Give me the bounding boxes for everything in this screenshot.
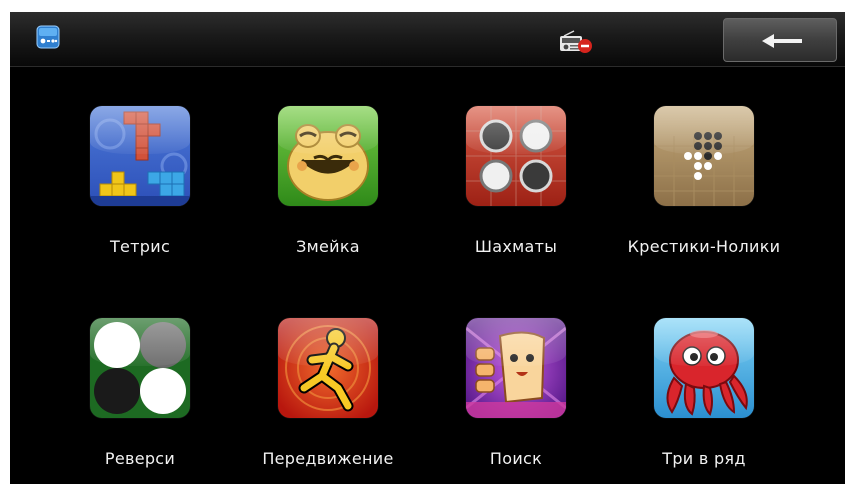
app-label: Реверси (104, 449, 176, 468)
app-label: Тетрис (109, 237, 171, 256)
snake-frog-icon (278, 106, 378, 206)
app-label: Крестики-Нолики (627, 237, 781, 256)
app-label: Передвижение (262, 449, 394, 468)
app-label: Поиск (489, 449, 543, 468)
tic-tac-toe-icon (654, 106, 754, 206)
games-folder-icon[interactable] (36, 25, 60, 49)
search-character-icon (466, 318, 566, 418)
back-arrow-icon (762, 34, 802, 48)
app-label: Змейка (296, 237, 360, 256)
tetris-icon (90, 106, 190, 206)
app-grid: Тетрис Змейка Шахматы Крестики-Нолики Ре… (10, 66, 845, 484)
fm-radio-muted-icon[interactable] (558, 30, 598, 56)
app-tetris[interactable]: Тетрис (50, 66, 230, 256)
octopus-icon (654, 318, 754, 418)
app-match-three[interactable]: Три в ряд (614, 278, 794, 468)
app-checkers[interactable]: Шахматы (426, 66, 606, 256)
app-tic-tac-toe[interactable]: Крестики-Нолики (614, 66, 794, 256)
device-screen: Тетрис Змейка Шахматы Крестики-Нолики Ре… (10, 12, 845, 484)
app-movement[interactable]: Передвижение (238, 278, 418, 468)
back-button[interactable] (723, 18, 837, 62)
top-status-bar (10, 12, 845, 67)
app-search[interactable]: Поиск (426, 278, 606, 468)
app-reversi[interactable]: Реверси (50, 278, 230, 468)
running-man-icon (278, 318, 378, 418)
app-label: Шахматы (474, 237, 558, 256)
checkers-icon (466, 106, 566, 206)
reversi-icon (90, 318, 190, 418)
app-label: Три в ряд (662, 449, 746, 468)
app-snake[interactable]: Змейка (238, 66, 418, 256)
